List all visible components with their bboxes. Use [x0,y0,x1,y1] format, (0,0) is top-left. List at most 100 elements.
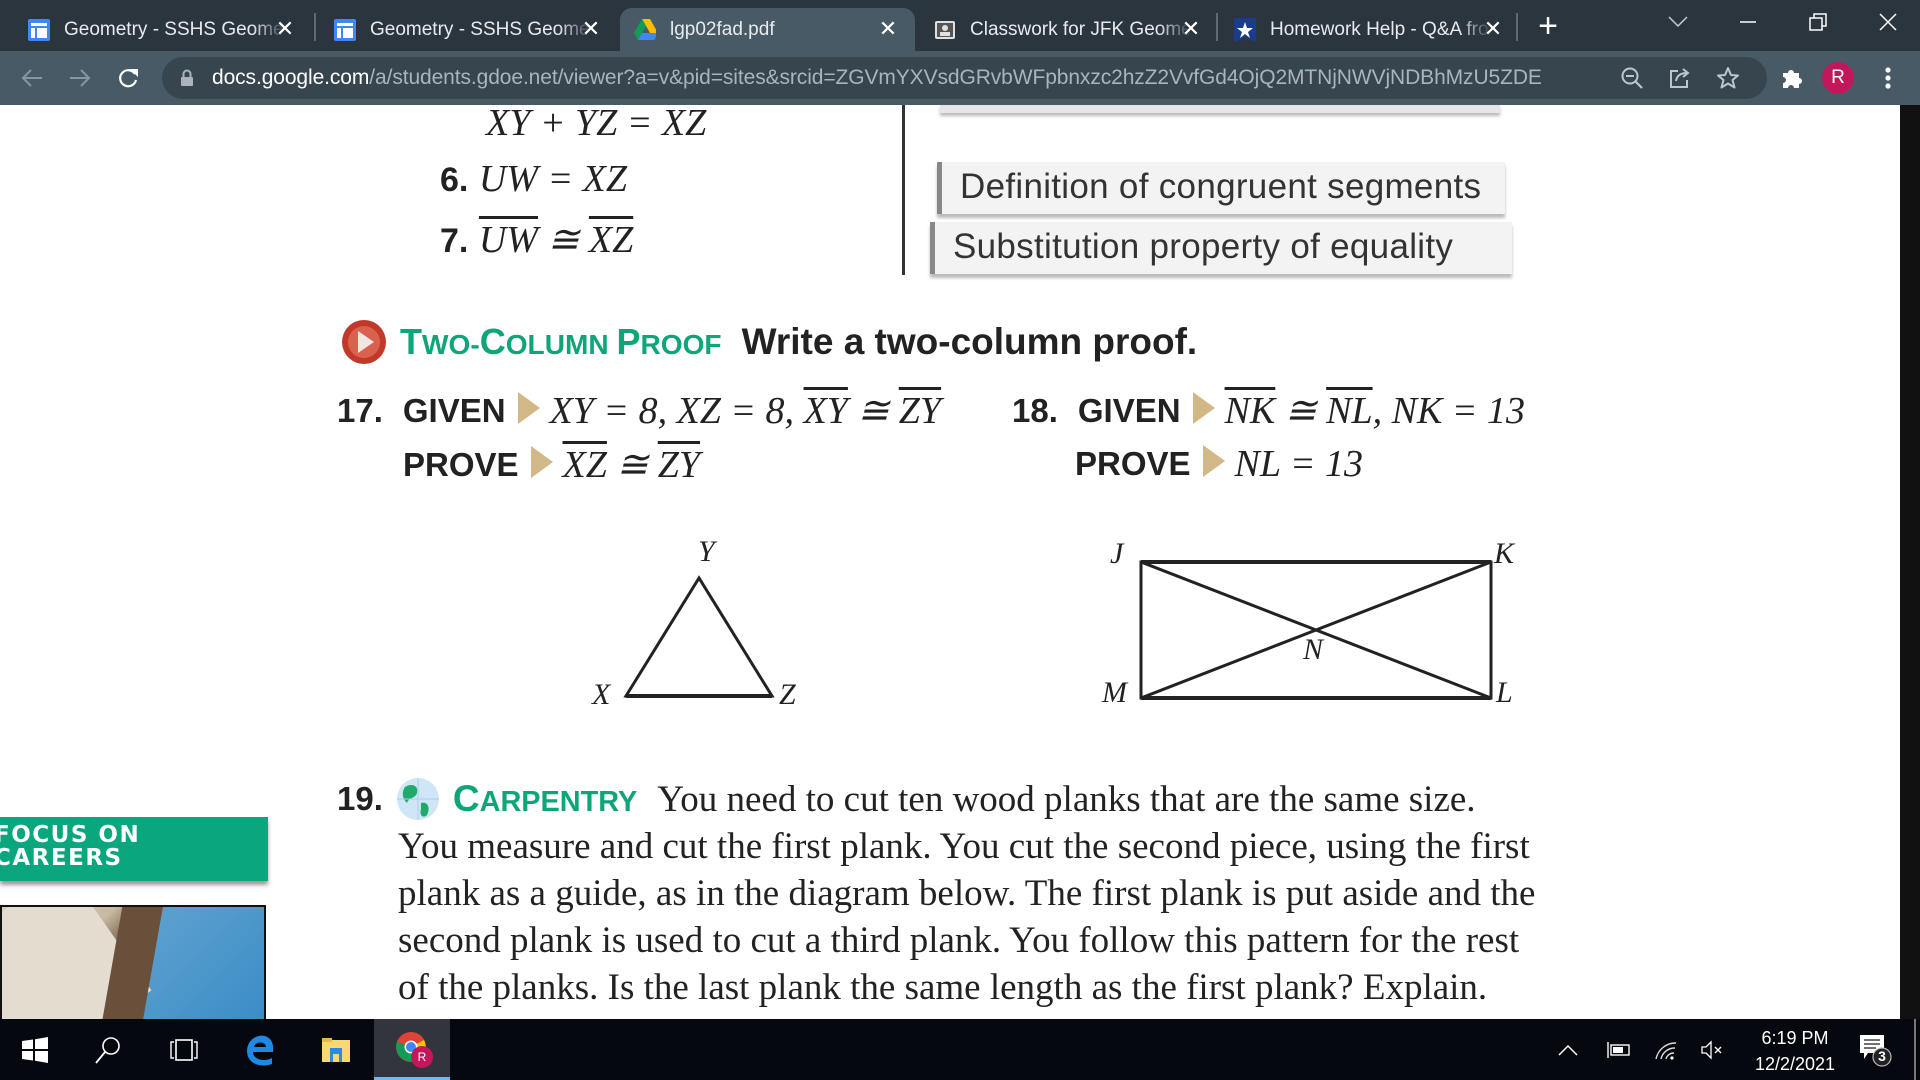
kebab-menu-icon [1885,67,1891,89]
given-statement: XY = 8, XZ = 8, XY ≅ ZY [549,390,942,432]
tab-separator [1516,13,1518,41]
tab-title: Geometry - SSHS Geometry [64,18,286,40]
restore-button[interactable] [1788,0,1848,44]
chrome-menu-button[interactable] [1870,60,1906,96]
play-circle-icon [342,320,386,364]
tab-close-button[interactable]: ✕ [580,18,602,40]
chrome-icon: R [395,1031,433,1068]
tab-search-button[interactable] [1648,0,1708,44]
wifi-indicator[interactable] [1646,1019,1686,1080]
tab-homework-help[interactable]: Homework Help - Q&A from ✕ [1220,8,1520,51]
proof-step-7: 7. UW ≅ XZ [440,217,633,262]
reload-icon [119,69,138,88]
address-bar[interactable]: docs.google.com/a/students.gdoe.net/view… [162,57,1767,99]
back-button[interactable] [14,60,50,96]
google-sites-icon [334,18,356,41]
problem-19-heading: 19. CARPENTRY You need to cut ten wood p… [337,775,1476,823]
tab-geometry-2[interactable]: Geometry - SSHS Geometry ✕ [318,8,618,51]
new-tab-button[interactable]: + [1536,8,1560,44]
zoom-button[interactable] [1618,64,1646,92]
profile-avatar[interactable]: R [1822,62,1854,94]
pdf-viewer-page: XY + YZ = XZ 6. UW = XZ 7. UW ≅ XZ Defin… [0,105,1900,1019]
reload-button[interactable] [110,60,146,96]
lock-icon [181,69,193,86]
proof-column-divider [902,105,905,275]
tab-title: Homework Help - Q&A from [1270,18,1492,40]
step-number: 7. [440,222,469,260]
chrome-taskbar-button[interactable]: R [374,1019,450,1080]
search-icon [95,1036,120,1064]
windows-taskbar: R 6:19 PM 12/2/2021 3 [0,1019,1920,1080]
notification-count: 3 [1878,1048,1886,1064]
intersection-label-n: N [1303,633,1324,666]
tab-close-button[interactable]: ✕ [1180,18,1202,40]
section-title: TWO-COLUMN PROOF [400,321,722,362]
system-clock[interactable]: 6:19 PM 12/2/2021 [1740,1025,1850,1077]
share-button[interactable] [1666,64,1694,92]
puzzle-icon [1783,70,1802,88]
segment-xz: XZ [588,219,634,261]
vertex-label-k: K [1494,537,1515,570]
classroom-icon [934,19,956,41]
reason-step-6: Definition of congruent segments [937,162,1505,214]
close-icon [1879,13,1897,31]
bookmark-button[interactable] [1714,64,1742,92]
action-center-button[interactable]: 3 [1858,1033,1894,1072]
carpenter-photo [0,905,266,1019]
restore-icon [1809,13,1827,31]
tab-pdf-active[interactable]: lgp02fad.pdf ✕ [620,8,915,51]
tab-separator [314,13,316,41]
edge-button[interactable] [222,1019,298,1080]
page-scrollbar[interactable] [1900,105,1920,1019]
close-window-button[interactable] [1858,0,1918,44]
careers-line-1: FOCUS ON [0,822,141,848]
wifi-icon [1655,1041,1677,1060]
show-desktop-button[interactable] [1914,1019,1916,1080]
tab-classwork[interactable]: Classwork for JFK Geometry ✕ [918,8,1218,51]
start-button[interactable] [0,1019,70,1080]
tab-geometry-1[interactable]: Geometry - SSHS Geometry ✕ [0,8,312,51]
tab-close-button[interactable]: ✕ [877,18,899,40]
folder-icon [322,1037,350,1062]
given-label: GIVEN [1077,391,1181,429]
url-text[interactable]: docs.google.com/a/students.gdoe.net/view… [212,66,1542,90]
problem-17-given: 17. GIVEN XY = 8, XZ = 8, XY ≅ ZY [337,388,941,433]
battery-indicator[interactable] [1598,1019,1638,1080]
tab-separator [1216,13,1218,41]
tab-close-button[interactable]: ✕ [1482,18,1504,40]
given-label: GIVEN [402,391,506,429]
google-drive-icon [634,18,656,41]
problem-19-line-1: You need to cut ten wood planks that are… [657,778,1476,820]
url-path: /a/students.gdoe.net/viewer?a=v&pid=site… [369,66,1542,89]
task-view-icon [170,1038,198,1061]
step-number: 6. [440,161,469,199]
problem-19-line-4: second plank is used to cut a third plan… [398,920,1520,961]
vertex-label-m: M [1102,676,1127,709]
forward-button[interactable] [62,60,98,96]
task-view-button[interactable] [146,1019,222,1080]
problem-number: 19. [337,780,383,817]
section-heading: TWO-COLUMN PROOF Write a two-column proo… [340,318,1197,366]
show-hidden-icons-button[interactable] [1548,1019,1588,1080]
triangle-shape [623,575,775,698]
minimize-button[interactable] [1718,0,1778,44]
prove-label: PROVE [403,445,519,483]
vertex-label-l: L [1496,676,1513,709]
star-icon [1717,67,1739,89]
browser-tab-strip: Geometry - SSHS Geometry ✕ Geometry - SS… [0,0,1920,51]
search-button[interactable] [70,1019,146,1080]
windows-logo-icon [22,1036,48,1063]
tab-close-button[interactable]: ✕ [274,18,296,40]
file-explorer-button[interactable] [298,1019,374,1080]
arrow-left-icon [21,69,42,87]
prove-statement: XZ ≅ ZY [562,444,701,486]
problem-18-prove: PROVE NL = 13 [1075,442,1363,486]
volume-indicator[interactable] [1692,1019,1732,1080]
prove-arrow-icon [1202,445,1225,477]
reason-step-7: Substitution property of equality [930,222,1512,274]
chevron-down-icon [1668,16,1688,28]
extensions-button[interactable] [1774,60,1810,96]
problem-19-line-3: plank as a guide, as in the diagram belo… [398,873,1536,914]
chrome-profile-badge: R [411,1046,433,1068]
congruent-symbol: ≅ [538,219,589,261]
